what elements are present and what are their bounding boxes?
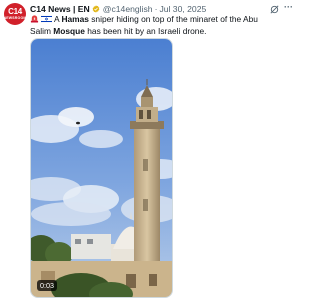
tweet-text: A Hamas sniper hiding on top of the mina… (30, 14, 270, 37)
avatar-label-big: C14 (8, 6, 22, 16)
date-separator: · (154, 3, 158, 14)
siren-emoji-icon (30, 14, 39, 26)
israel-flag-icon (40, 14, 53, 26)
avatar[interactable]: C14 NEWSROOM (4, 3, 26, 25)
tweet-text-bold-mosque: Mosque (53, 26, 85, 36)
grok-icon[interactable] (269, 2, 280, 14)
more-icon[interactable]: ··· (283, 2, 294, 13)
tweet[interactable]: C14 NEWSROOM C14 News | EN @c14english ·… (0, 0, 295, 300)
verified-badge-icon (92, 4, 100, 13)
avatar-label-small: NEWSROOM (3, 15, 27, 20)
account-name[interactable]: C14 News | EN (30, 4, 90, 14)
tweet-header: C14 News | EN @c14english · Jul 30, 2025 (30, 3, 206, 14)
video-timestamp: 0:03 (37, 280, 57, 291)
video-player[interactable]: 0:03 (30, 38, 173, 298)
tweet-date[interactable]: Jul 30, 2025 (159, 4, 206, 14)
account-handle[interactable]: @c14english (103, 4, 153, 14)
tweet-text-bold-hamas: Hamas (61, 14, 89, 24)
video-frame (31, 39, 172, 297)
tweet-text-suffix: has been hit by an Israeli drone. (84, 26, 207, 36)
